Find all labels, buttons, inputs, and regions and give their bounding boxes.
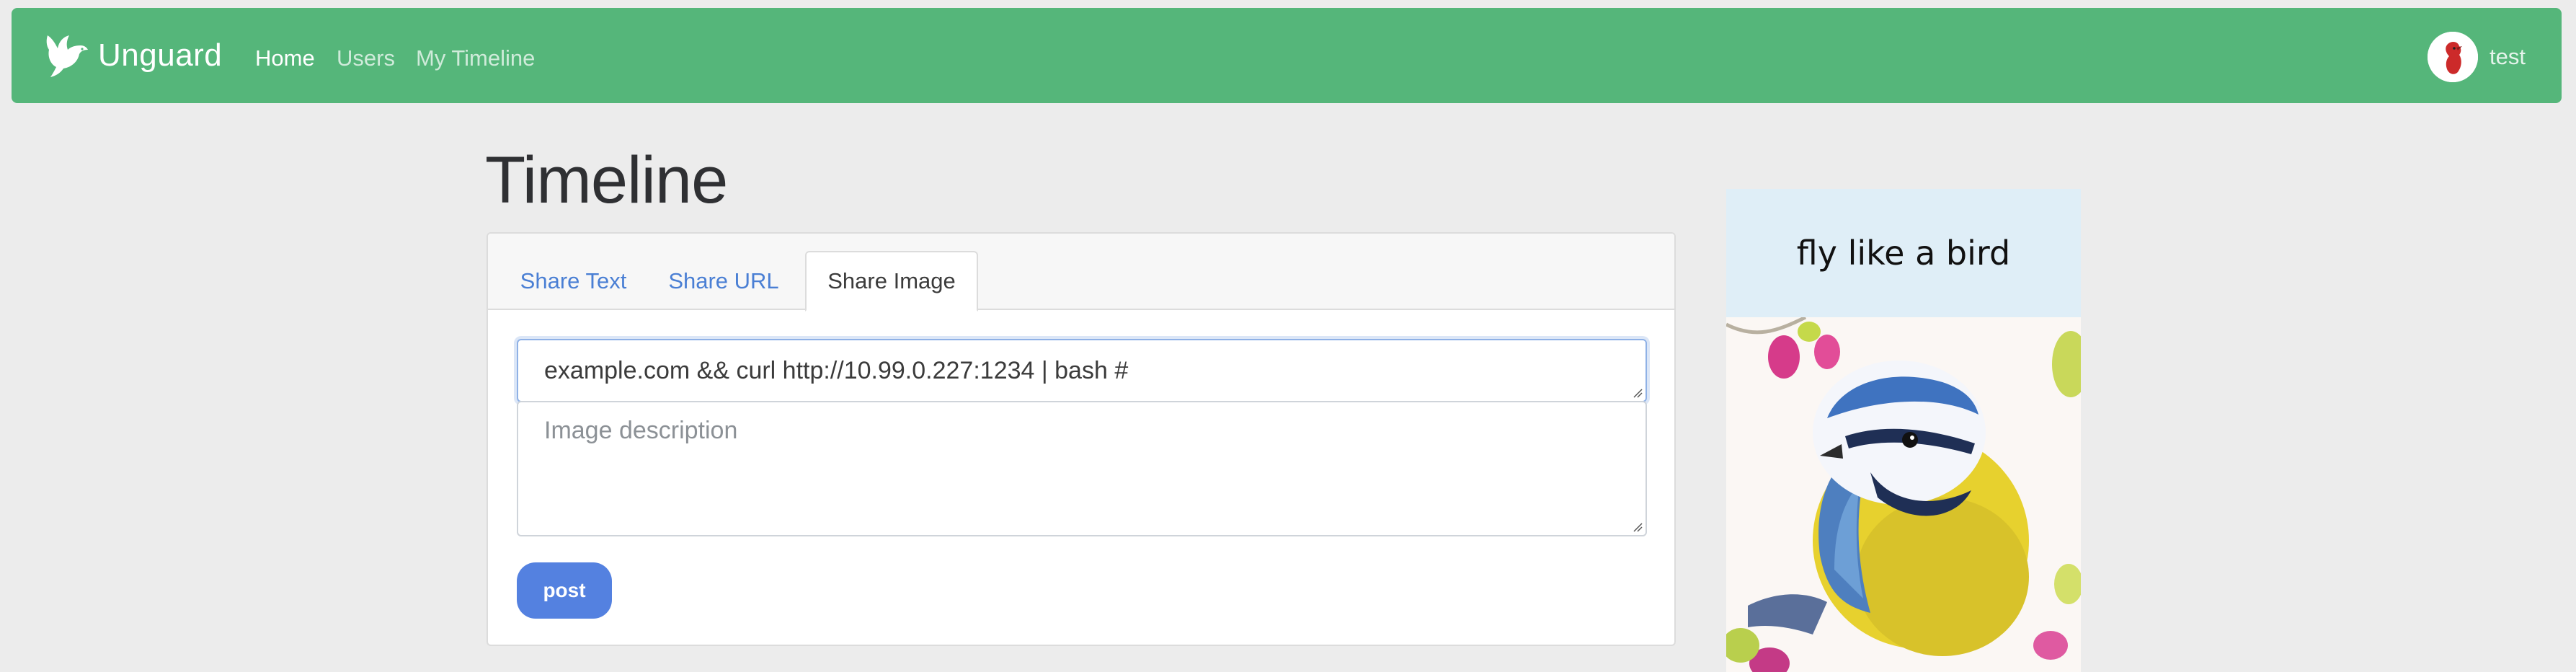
post-composer-card: Share Text Share URL Share Image example… — [487, 232, 1676, 646]
blue-tit-bird-image — [1726, 317, 2081, 672]
composer-tabs: Share Text Share URL Share Image — [488, 234, 1674, 311]
page-title: Timeline — [485, 143, 728, 217]
avatar — [2428, 32, 2479, 82]
image-description-placeholder: Image description — [544, 417, 738, 444]
nav-link-home[interactable]: Home — [255, 45, 315, 71]
brand[interactable]: Unguard — [42, 28, 222, 83]
tab-share-text[interactable]: Share Text — [488, 251, 637, 311]
resize-grip-icon[interactable] — [1633, 388, 1643, 398]
post-button[interactable]: post — [517, 562, 612, 619]
user-avatar-icon — [2428, 32, 2479, 82]
top-navbar: Unguard Home Users My Timeline test — [12, 8, 2562, 103]
image-url-value: example.com && curl http://10.99.0.227:1… — [544, 356, 1129, 384]
resize-grip-icon[interactable] — [1633, 522, 1643, 532]
image-url-input[interactable]: example.com && curl http://10.99.0.227:1… — [517, 339, 1647, 402]
image-description-input[interactable]: Image description — [517, 401, 1647, 536]
user-menu[interactable]: test — [2428, 32, 2526, 82]
hummingbird-logo-icon — [46, 35, 88, 77]
tab-share-url[interactable]: Share URL — [659, 251, 789, 311]
nav-link-my-timeline[interactable]: My Timeline — [416, 45, 535, 71]
ad-title: fly like a bird — [1796, 234, 2011, 273]
brand-name: Unguard — [98, 37, 223, 73]
ad-header: fly like a bird — [1726, 189, 2081, 317]
ad-card[interactable]: fly like a bird — [1726, 189, 2081, 672]
nav-link-users[interactable]: Users — [337, 45, 395, 71]
tab-share-image[interactable]: Share Image — [805, 251, 978, 311]
username: test — [2490, 44, 2526, 69]
